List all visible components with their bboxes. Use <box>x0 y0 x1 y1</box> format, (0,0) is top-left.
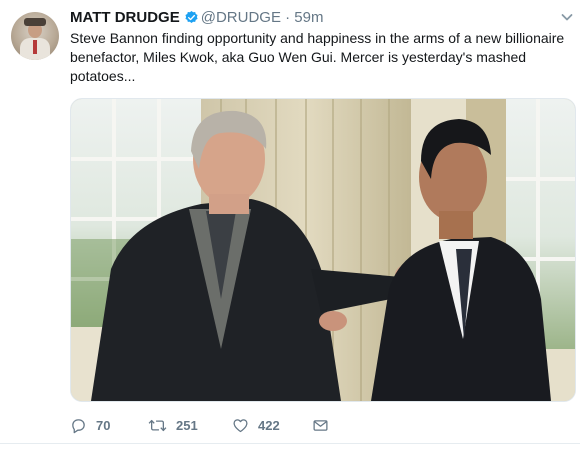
display-name[interactable]: MATT DRUDGE <box>70 9 180 26</box>
tweet-card[interactable]: MATT DRUDGE @DRUDGE · 59m Steve Bannon fi… <box>0 0 580 450</box>
direct-message-icon <box>312 417 329 434</box>
tweet-timestamp[interactable]: 59m <box>294 9 323 26</box>
tweet-header: MATT DRUDGE @DRUDGE · 59m <box>70 9 323 30</box>
tweet-photo[interactable] <box>70 98 576 402</box>
tweet-text: Steve Bannon finding opportunity and hap… <box>70 30 565 84</box>
verified-badge-icon <box>184 10 199 30</box>
tweet-divider <box>0 443 580 444</box>
user-handle[interactable]: @DRUDGE <box>201 9 281 26</box>
retweet-count: 251 <box>176 417 198 433</box>
chevron-down-icon[interactable] <box>560 10 574 29</box>
direct-message-button[interactable] <box>312 414 329 436</box>
like-button[interactable]: 422 <box>232 414 280 436</box>
heart-icon <box>232 417 249 434</box>
time-separator: · <box>285 9 291 26</box>
reply-icon <box>70 417 87 434</box>
retweet-icon <box>148 417 167 434</box>
avatar[interactable] <box>11 12 59 60</box>
reply-count: 70 <box>96 417 111 433</box>
reply-button[interactable]: 70 <box>70 414 110 436</box>
like-count: 422 <box>258 417 280 433</box>
retweet-button[interactable]: 251 <box>148 414 198 436</box>
